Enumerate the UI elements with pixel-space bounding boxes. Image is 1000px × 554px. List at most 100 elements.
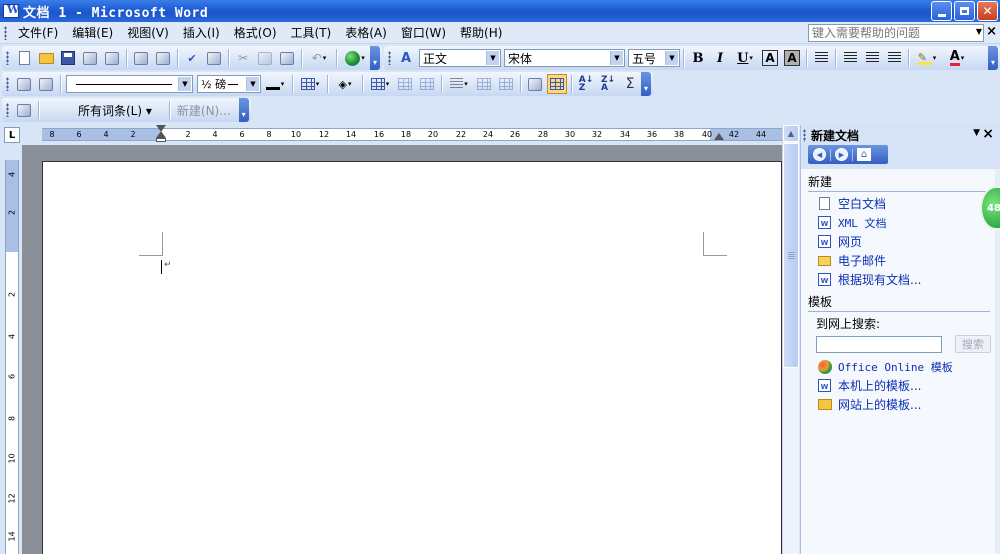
link-local-templates[interactable]: W 本机上的模板... [817, 378, 996, 393]
print-preview-button[interactable] [153, 48, 173, 68]
standard-toolbar-grip[interactable] [6, 51, 9, 65]
size-combo[interactable]: 五号 ▼ [628, 49, 680, 67]
display-for-review-button[interactable] [14, 100, 34, 120]
vertical-ruler[interactable]: 4 2 2 4 6 8 10 12 14 [5, 160, 19, 554]
copy-button[interactable] [255, 48, 275, 68]
numbering-button[interactable] [840, 48, 860, 68]
task-pane-menu-button[interactable]: ▼ [973, 128, 980, 138]
menu-format[interactable]: 格式(O) [227, 23, 284, 43]
align-dropdown-arrow[interactable]: ▾ [464, 80, 468, 88]
font-color-dropdown-arrow[interactable]: ▾ [961, 54, 965, 62]
insert-table-button[interactable]: ▾ [367, 74, 393, 94]
table-autoformat-button[interactable] [525, 74, 545, 94]
new-comment-button[interactable]: 新建(N)... [173, 102, 239, 119]
outside-border-button[interactable]: ▾ [297, 74, 323, 94]
highlight-dropdown-arrow[interactable]: ▾ [933, 54, 937, 62]
hyperlink-dropdown-arrow[interactable]: ▾ [361, 54, 365, 62]
tab-selector[interactable]: L [4, 127, 20, 143]
right-indent-marker[interactable] [714, 133, 724, 140]
sort-ascending-button[interactable]: A↓ Z [576, 74, 596, 94]
print-button[interactable] [131, 48, 151, 68]
link-xml-document[interactable]: W XML 文档 [817, 215, 996, 230]
bullets-button[interactable] [862, 48, 882, 68]
style-dropdown-arrow[interactable]: ▼ [486, 51, 499, 65]
research-button[interactable] [204, 48, 224, 68]
line-style-combo[interactable]: ▼ [66, 75, 193, 93]
sort-descending-button[interactable]: Z↓ A [598, 74, 618, 94]
permission-button[interactable] [80, 48, 100, 68]
border-color-button[interactable]: ▾ [262, 74, 288, 94]
link-website-templates[interactable]: 网站上的模板... [817, 397, 996, 412]
vertical-scrollbar[interactable]: ▲ [782, 125, 799, 554]
menu-file[interactable]: 文件(F) [11, 23, 65, 43]
increase-indent-button[interactable] [884, 48, 904, 68]
outside-border-dropdown-arrow[interactable]: ▾ [316, 80, 320, 88]
standard-toolbar-options[interactable]: ▾ [370, 46, 380, 70]
hyperlink-button[interactable]: ▾ [341, 48, 369, 68]
scroll-up-button[interactable]: ▲ [783, 125, 799, 142]
left-indent-marker[interactable] [156, 138, 166, 142]
show-gridlines-button[interactable] [547, 74, 567, 94]
close-button[interactable]: ✕ [977, 1, 998, 21]
line-weight-combo[interactable]: ½ 磅 ▼ [197, 75, 261, 93]
template-search-button[interactable]: 搜索 [955, 335, 991, 353]
save-button[interactable] [58, 48, 78, 68]
back-icon[interactable]: ◀ [813, 148, 826, 161]
line-weight-dropdown-arrow[interactable]: ▼ [246, 77, 259, 91]
document-close-button[interactable]: × [986, 24, 997, 39]
formatting-toolbar-grip[interactable] [388, 51, 391, 65]
open-button[interactable] [36, 48, 56, 68]
reviewing-toolbar-grip[interactable] [6, 103, 9, 117]
word-app-icon[interactable] [3, 3, 19, 18]
underline-dropdown-arrow[interactable]: ▾ [749, 54, 753, 62]
spelling-button[interactable]: ✔ [182, 48, 202, 68]
menu-tools[interactable]: 工具(T) [284, 23, 339, 43]
menu-window[interactable]: 窗口(W) [394, 23, 453, 43]
link-blank-document[interactable]: 空白文档 [817, 196, 996, 211]
autosum-button[interactable]: Σ [620, 74, 640, 94]
template-search-input[interactable] [816, 335, 942, 353]
reviewing-toolbar-options[interactable]: ▾ [238, 98, 249, 122]
undo-dropdown-arrow[interactable]: ▾ [323, 54, 327, 62]
paste-button[interactable] [277, 48, 297, 68]
maximize-button[interactable] [954, 1, 975, 21]
align-cell-button[interactable]: ▾ [446, 74, 472, 94]
eraser-button[interactable] [36, 74, 56, 94]
menu-table[interactable]: 表格(A) [338, 23, 394, 43]
menu-edit[interactable]: 编辑(E) [65, 23, 120, 43]
help-question-input[interactable]: 键入需要帮助的问题 [808, 24, 984, 42]
split-cells-button[interactable] [417, 74, 437, 94]
italic-button[interactable]: I [710, 48, 730, 68]
formatting-toolbar-options[interactable]: ▾ [988, 46, 998, 70]
hanging-indent-marker[interactable] [156, 131, 166, 138]
link-email[interactable]: 电子邮件 [817, 253, 996, 268]
line-style-dropdown-arrow[interactable]: ▼ [178, 77, 191, 91]
tables-toolbar-grip[interactable] [6, 77, 9, 91]
link-from-existing[interactable]: W 根据现有文档... [817, 272, 996, 287]
show-markup-dropdown[interactable]: 所有词条(L) ▾ [42, 102, 166, 119]
shading-dropdown-arrow[interactable]: ▾ [348, 80, 352, 88]
size-dropdown-arrow[interactable]: ▼ [665, 51, 678, 65]
menu-insert[interactable]: 插入(I) [176, 23, 227, 43]
menu-help[interactable]: 帮助(H) [453, 23, 509, 43]
font-combo[interactable]: 宋体 ▼ [504, 49, 625, 67]
minimize-button[interactable] [931, 1, 952, 21]
underline-button[interactable]: U ▾ [732, 48, 758, 68]
border-color-dropdown-arrow[interactable]: ▾ [281, 80, 285, 88]
distribute-columns-button[interactable] [496, 74, 516, 94]
new-button[interactable] [14, 48, 34, 68]
forward-icon[interactable]: ▶ [835, 148, 848, 161]
font-color-button[interactable]: A ▾ [943, 48, 971, 68]
char-border-button[interactable]: A [760, 48, 780, 68]
styles-formatting-button[interactable]: A [396, 48, 416, 68]
task-pane-close-button[interactable]: × [982, 126, 994, 142]
highlight-button[interactable]: ✎ ▾ [913, 48, 941, 68]
horizontal-ruler[interactable]: 8 6 4 2 2 4 6 8 10 12 14 16 18 20 22 24 … [22, 125, 782, 145]
insert-table-dropdown-arrow[interactable]: ▾ [386, 80, 390, 88]
char-shading-button[interactable]: A [782, 48, 802, 68]
merge-cells-button[interactable] [395, 74, 415, 94]
style-combo[interactable]: 正文 ▼ [419, 49, 501, 67]
home-icon[interactable]: ⌂ [857, 148, 871, 161]
task-pane-grip[interactable] [803, 129, 806, 142]
distribute-rows-button[interactable] [474, 74, 494, 94]
